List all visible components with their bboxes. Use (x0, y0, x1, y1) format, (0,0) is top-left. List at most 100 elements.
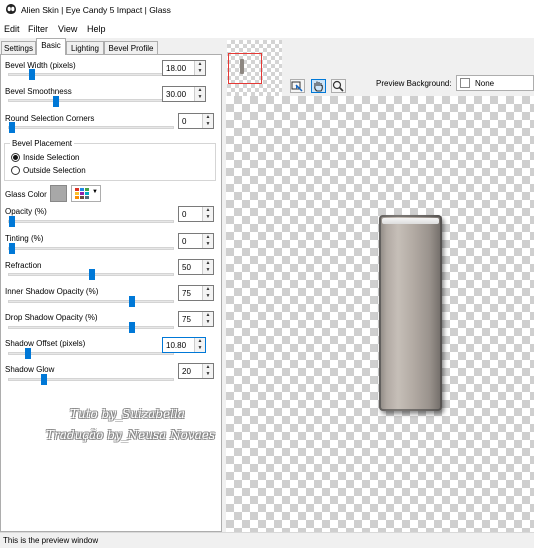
shadow-glow-label: Shadow Glow (5, 365, 55, 374)
shadow-offset-slider-track[interactable] (8, 352, 174, 355)
outside-selection-radio[interactable] (11, 166, 20, 175)
step-down-icon[interactable]: ▼ (203, 371, 213, 378)
tinting-value[interactable]: 0 (182, 237, 186, 246)
navigate-tool-button[interactable] (290, 79, 305, 93)
tab-bevel-profile[interactable]: Bevel Profile (104, 41, 158, 54)
step-down-icon[interactable]: ▼ (195, 345, 205, 352)
inner-shadow-opacity-slider-track[interactable] (8, 300, 174, 303)
step-up-icon[interactable]: ▲ (195, 61, 205, 68)
shadow-offset-label: Shadow Offset (pixels) (5, 339, 86, 348)
shadow-glow-value[interactable]: 20 (182, 367, 191, 376)
tinting-stepper[interactable]: 0 ▲ ▼ (178, 233, 214, 249)
tab-lighting[interactable]: Lighting (66, 41, 104, 54)
drop-shadow-opacity-stepper[interactable]: 75 ▲ ▼ (178, 311, 214, 327)
glass-color-label: Glass Color (5, 190, 47, 199)
alien-skin-logo-icon (6, 4, 16, 14)
drop-shadow-opacity-slider-thumb[interactable] (129, 322, 135, 333)
step-down-icon[interactable]: ▼ (203, 121, 213, 128)
opacity-label: Opacity (%) (5, 207, 47, 216)
shadow-glow-slider-track[interactable] (8, 378, 174, 381)
status-bar: This is the preview window (0, 532, 534, 548)
glass-effect-preview (379, 215, 442, 411)
opacity-value[interactable]: 0 (182, 210, 186, 219)
drop-shadow-opacity-value[interactable]: 75 (182, 315, 191, 324)
step-up-icon[interactable]: ▲ (203, 207, 213, 214)
step-down-icon[interactable]: ▼ (195, 94, 205, 101)
watermark-line-1: Tuto by_Suizabella (70, 407, 185, 421)
bevel-smoothness-slider-track[interactable] (8, 99, 174, 102)
bevel-smoothness-slider-thumb[interactable] (53, 96, 59, 107)
inside-selection-label[interactable]: Inside Selection (23, 153, 79, 162)
step-down-icon[interactable]: ▼ (203, 214, 213, 221)
preview-background-value: None (475, 79, 495, 88)
shadow-glow-stepper[interactable]: 20 ▲ ▼ (178, 363, 214, 379)
step-down-icon[interactable]: ▼ (203, 267, 213, 274)
navigator-view-rect[interactable] (228, 53, 262, 84)
shadow-offset-value[interactable]: 10.80 (166, 341, 186, 350)
drop-shadow-opacity-slider-track[interactable] (8, 326, 174, 329)
preview-background-select[interactable]: None (456, 75, 534, 91)
menu-help[interactable]: Help (87, 24, 106, 34)
step-up-icon[interactable]: ▲ (203, 312, 213, 319)
step-up-icon[interactable]: ▲ (195, 87, 205, 94)
inside-selection-radio[interactable] (11, 153, 20, 162)
glass-color-swatch[interactable] (50, 185, 67, 202)
opacity-slider-track[interactable] (8, 220, 174, 223)
step-up-icon[interactable]: ▲ (203, 234, 213, 241)
menu-view[interactable]: View (58, 24, 77, 34)
tinting-slider-track[interactable] (8, 247, 174, 250)
opacity-stepper[interactable]: 0 ▲ ▼ (178, 206, 214, 222)
bevel-width-slider-thumb[interactable] (29, 69, 35, 80)
menu-edit[interactable]: Edit (4, 24, 20, 34)
bevel-smoothness-value[interactable]: 30.00 (166, 90, 186, 99)
step-down-icon[interactable]: ▼ (203, 241, 213, 248)
hand-tool-button[interactable] (311, 79, 326, 93)
round-corners-label: Round Selection Corners (5, 114, 95, 123)
bevel-width-value[interactable]: 18.00 (166, 64, 186, 73)
inner-shadow-opacity-label: Inner Shadow Opacity (%) (5, 287, 99, 296)
status-text: This is the preview window (3, 536, 99, 545)
step-down-icon[interactable]: ▼ (203, 319, 213, 326)
shadow-offset-stepper[interactable]: 10.80 ▲ ▼ (162, 337, 206, 353)
inner-shadow-opacity-value[interactable]: 75 (182, 289, 191, 298)
shadow-glow-slider-thumb[interactable] (41, 374, 47, 385)
step-up-icon[interactable]: ▲ (203, 364, 213, 371)
refraction-stepper[interactable]: 50 ▲ ▼ (178, 259, 214, 275)
bevel-width-stepper[interactable]: 18.00 ▲ ▼ (162, 60, 206, 76)
refraction-slider-thumb[interactable] (89, 269, 95, 280)
round-corners-stepper[interactable]: 0 ▲ ▼ (178, 113, 214, 129)
hand-icon (314, 81, 323, 92)
bevel-placement-group (4, 143, 216, 181)
color-palette-button[interactable]: ▼ (71, 185, 101, 202)
menu-filter[interactable]: Filter (28, 24, 48, 34)
step-up-icon[interactable]: ▲ (195, 338, 205, 345)
palette-grid-icon (75, 188, 89, 199)
opacity-slider-thumb[interactable] (9, 216, 15, 227)
round-corners-slider-thumb[interactable] (9, 122, 15, 133)
tinting-slider-thumb[interactable] (9, 243, 15, 254)
window-title: Alien Skin | Eye Candy 5 Impact | Glass (21, 5, 171, 15)
round-corners-value[interactable]: 0 (182, 117, 186, 126)
preview-background-swatch (460, 78, 470, 88)
zoom-tool-button[interactable] (331, 79, 346, 93)
tab-basic[interactable]: Basic (36, 38, 66, 55)
inner-shadow-opacity-stepper[interactable]: 75 ▲ ▼ (178, 285, 214, 301)
bevel-placement-label: Bevel Placement (10, 139, 75, 148)
tab-settings[interactable]: Settings (1, 41, 36, 54)
shadow-offset-slider-thumb[interactable] (25, 348, 31, 359)
step-down-icon[interactable]: ▼ (203, 293, 213, 300)
refraction-value[interactable]: 50 (182, 263, 191, 272)
step-up-icon[interactable]: ▲ (203, 114, 213, 121)
outside-selection-label[interactable]: Outside Selection (23, 166, 86, 175)
title-bar: Alien Skin | Eye Candy 5 Impact | Glass (0, 0, 534, 20)
bevel-smoothness-label: Bevel Smoothness (5, 87, 72, 96)
tab-strip: Settings Basic Lighting Bevel Profile (0, 38, 224, 55)
tinting-label: Tinting (%) (5, 234, 44, 243)
step-up-icon[interactable]: ▲ (203, 286, 213, 293)
inner-shadow-opacity-slider-thumb[interactable] (129, 296, 135, 307)
step-up-icon[interactable]: ▲ (203, 260, 213, 267)
round-corners-slider-track[interactable] (8, 126, 174, 129)
preview-background-label: Preview Background: (376, 79, 452, 88)
bevel-smoothness-stepper[interactable]: 30.00 ▲ ▼ (162, 86, 206, 102)
step-down-icon[interactable]: ▼ (195, 68, 205, 75)
